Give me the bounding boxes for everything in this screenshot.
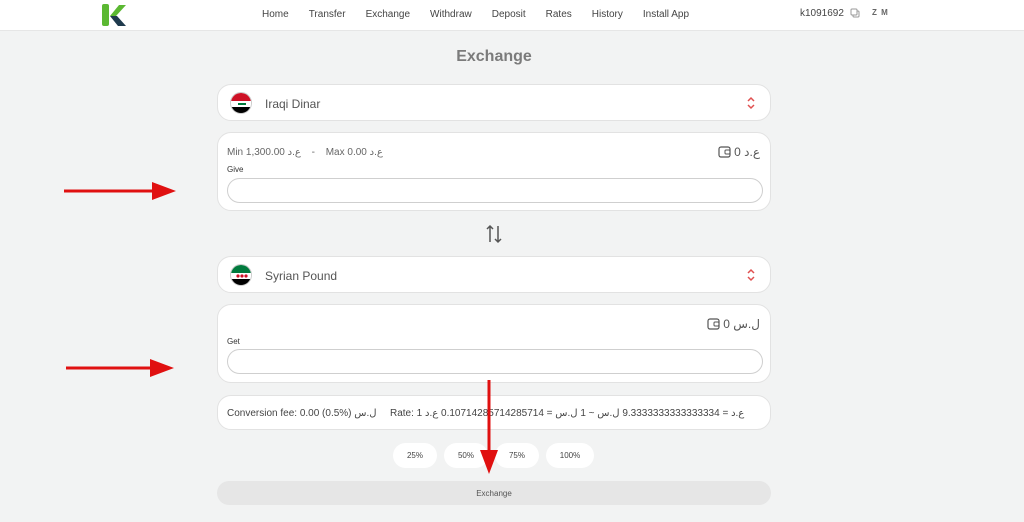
give-label: Give xyxy=(227,165,244,174)
top-bar: Home Transfer Exchange Withdraw Deposit … xyxy=(0,0,1024,31)
syria-flag-icon xyxy=(230,264,252,286)
chevron-up-down-icon xyxy=(747,96,755,110)
give-amount-input[interactable] xyxy=(227,178,763,203)
page-title: Exchange xyxy=(456,48,532,65)
limit-separator: - xyxy=(311,147,315,158)
annotation-arrow-icon xyxy=(64,182,176,200)
get-balance-value: ل.س 0 xyxy=(723,317,760,331)
conversion-fee: Conversion fee: 0.00 (0.5%) ل.س xyxy=(227,408,377,419)
min-amount: Min 1,300.00 ع.د xyxy=(227,147,301,158)
percent-100-button[interactable]: 100% xyxy=(546,443,594,468)
copy-icon[interactable] xyxy=(850,8,860,18)
give-limits: Min 1,300.00 ع.د - Max 0.00 ع.د xyxy=(227,147,383,158)
nav-transfer[interactable]: Transfer xyxy=(299,9,356,20)
nav-rates[interactable]: Rates xyxy=(536,9,582,20)
logo-icon[interactable] xyxy=(100,2,128,28)
nav-history[interactable]: History xyxy=(582,9,633,20)
get-label: Get xyxy=(227,337,240,346)
give-balance-value: ع.د 0 xyxy=(734,145,760,159)
nav-home[interactable]: Home xyxy=(252,9,299,20)
percent-25-button[interactable]: 25% xyxy=(393,443,437,468)
to-currency-select[interactable]: Syrian Pound xyxy=(217,256,771,293)
give-balance: ع.د 0 xyxy=(718,145,760,159)
exchange-rate: Rate: 1 ع.د = 9.3333333333333334 ل.س ~ 1… xyxy=(390,408,745,419)
to-currency-name: Syrian Pound xyxy=(265,269,338,283)
percent-75-button[interactable]: 75% xyxy=(495,443,539,468)
get-panel: ل.س 0 Get xyxy=(217,304,771,383)
main-nav: Home Transfer Exchange Withdraw Deposit … xyxy=(252,0,699,28)
chevron-up-down-icon xyxy=(747,268,755,282)
from-currency-select[interactable]: Iraqi Dinar xyxy=(217,84,771,121)
wallet-icon xyxy=(718,146,731,158)
give-panel: Min 1,300.00 ع.د - Max 0.00 ع.د ع.د 0 Gi… xyxy=(217,132,771,211)
iraq-flag-icon xyxy=(230,92,252,114)
annotation-arrow-icon xyxy=(480,380,498,474)
exchange-button[interactable]: Exchange xyxy=(217,481,771,505)
from-currency-name: Iraqi Dinar xyxy=(265,97,321,111)
nav-exchange[interactable]: Exchange xyxy=(356,9,420,20)
user-id: k1091692 xyxy=(800,8,844,19)
nav-install-app[interactable]: Install App xyxy=(633,9,699,20)
annotation-arrow-icon xyxy=(66,359,174,377)
get-balance: ل.س 0 xyxy=(707,317,760,331)
nav-withdraw[interactable]: Withdraw xyxy=(420,9,482,20)
get-amount-input[interactable] xyxy=(227,349,763,374)
nav-deposit[interactable]: Deposit xyxy=(482,9,536,20)
user-avatar[interactable]: Z M xyxy=(872,8,889,17)
max-amount: Max 0.00 ع.د xyxy=(325,147,383,158)
wallet-icon xyxy=(707,318,720,330)
swap-vertical-icon[interactable] xyxy=(485,224,503,244)
